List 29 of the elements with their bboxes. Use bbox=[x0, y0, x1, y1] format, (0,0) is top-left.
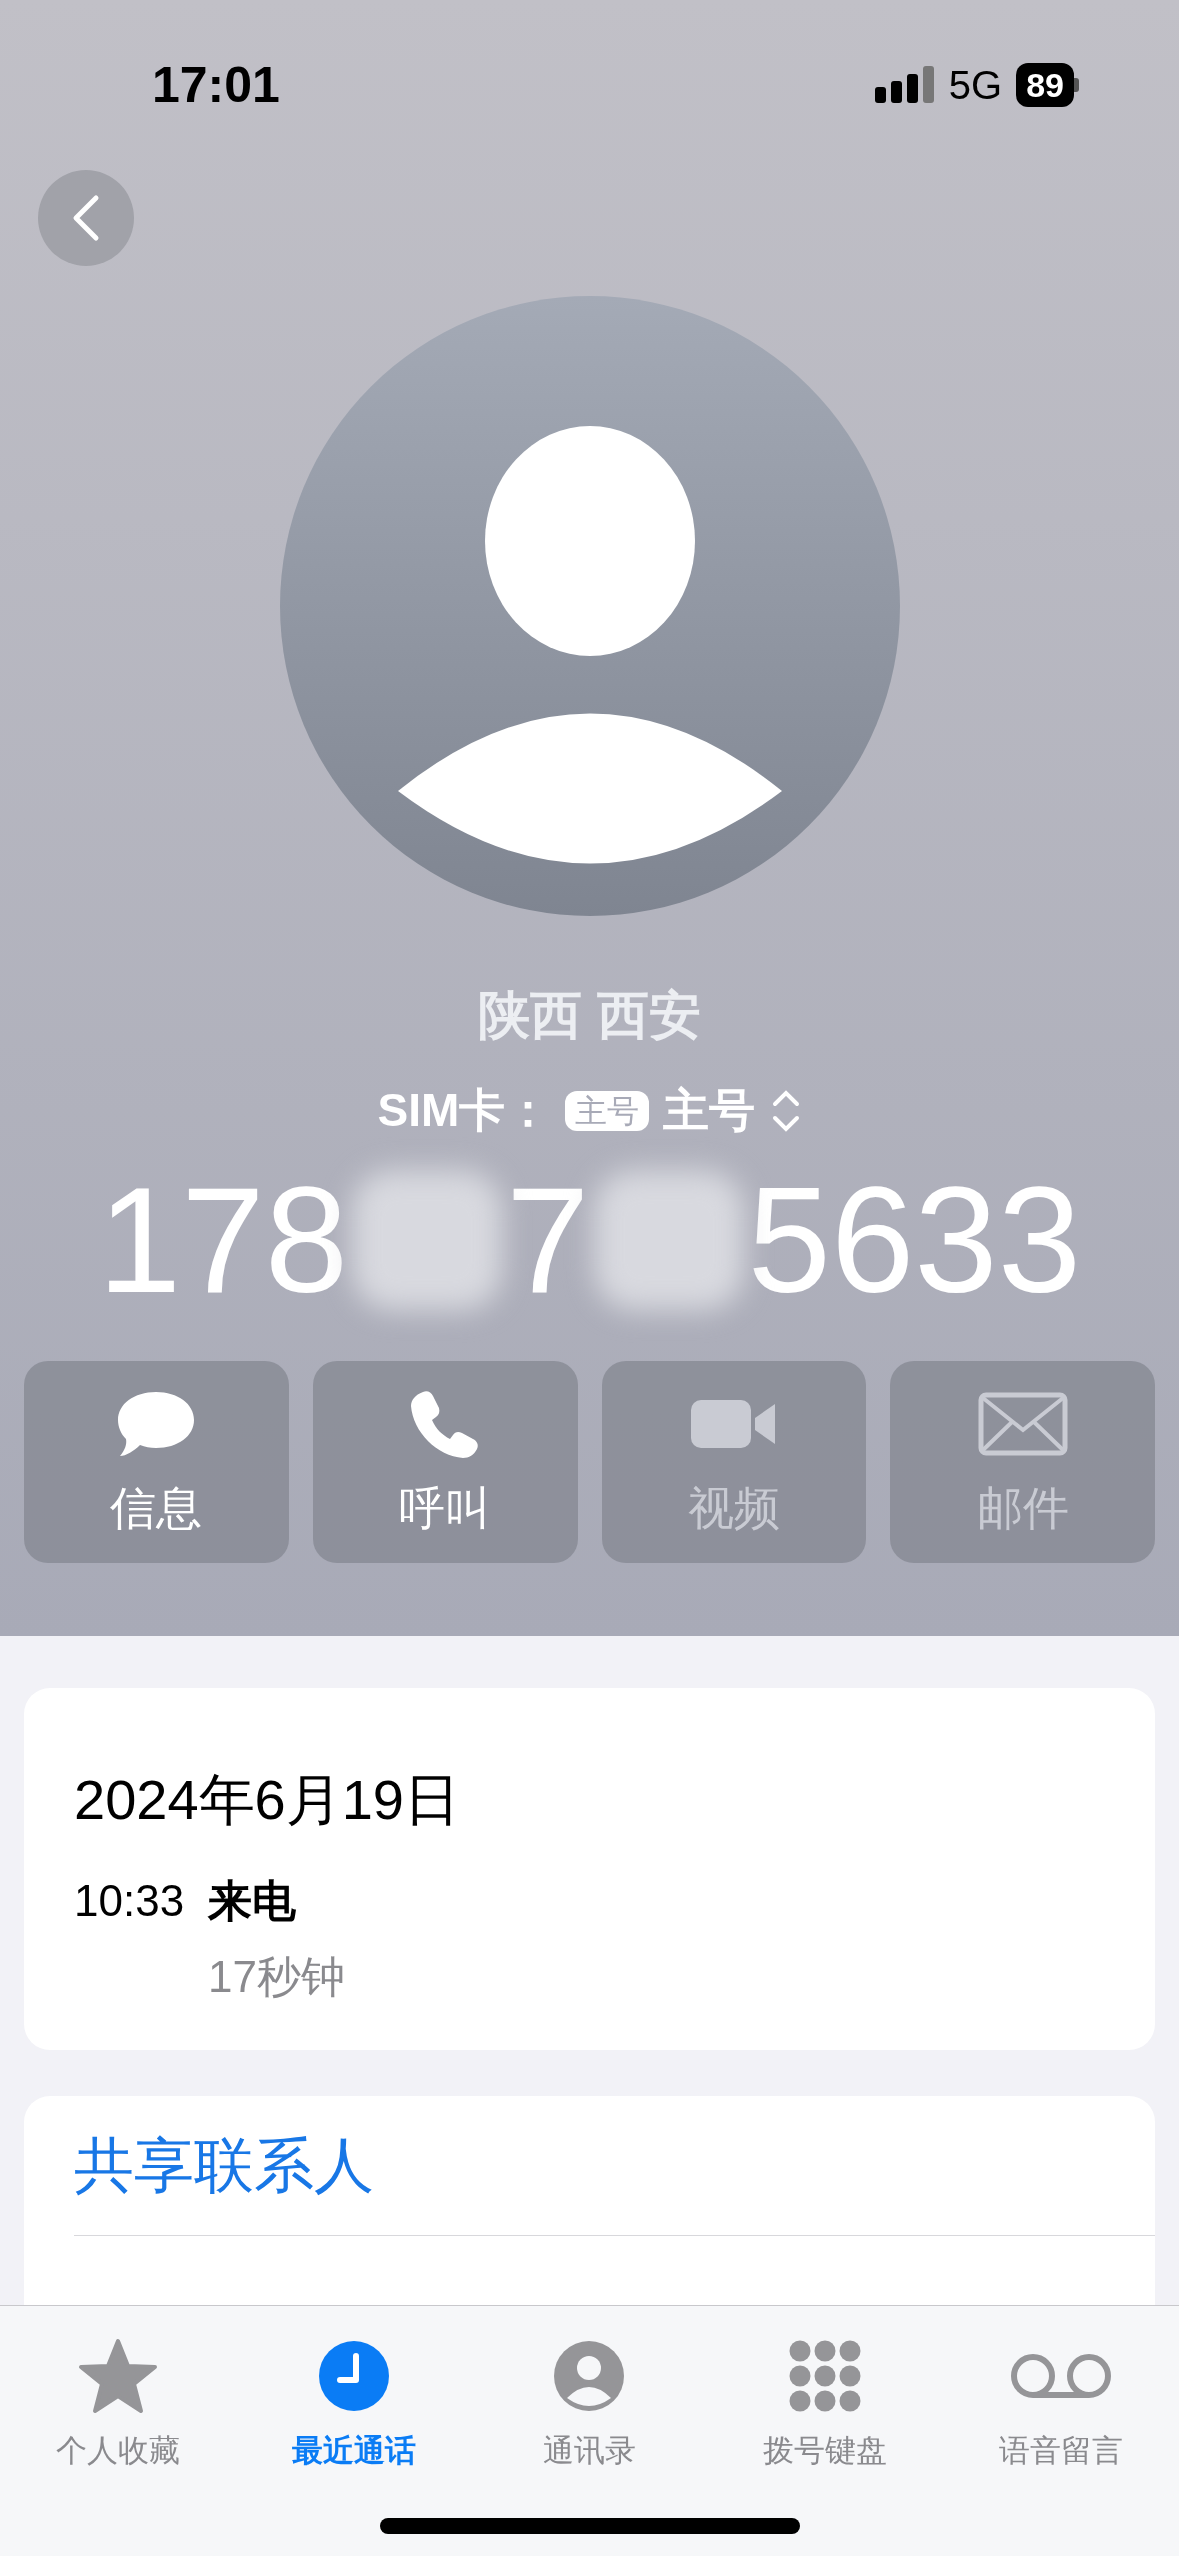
tab-item[interactable]: 个人收藏 bbox=[0, 2338, 236, 2475]
envelope-icon bbox=[977, 1391, 1068, 1456]
action-button[interactable]: 信息 bbox=[24, 1361, 289, 1563]
tab-item[interactable]: 语音留言 bbox=[943, 2338, 1179, 2475]
call-time: 10:33 bbox=[74, 1875, 185, 1927]
sim-badge: 主号 bbox=[565, 1090, 650, 1131]
call-duration: 17秒钟 bbox=[208, 1951, 346, 2003]
status-time: 17:01 bbox=[152, 55, 280, 115]
star-icon bbox=[77, 2338, 158, 2414]
network-label: 5G bbox=[948, 62, 1003, 109]
clock-icon bbox=[317, 2340, 390, 2412]
call-date: 2024年6月19日 bbox=[74, 1767, 461, 1833]
tab-item[interactable]: 拨号键盘 bbox=[707, 2338, 944, 2475]
sim-selector[interactable]: 主号 bbox=[663, 1076, 802, 1145]
contact-action-link[interactable]: 共享联系人 bbox=[74, 2096, 1155, 2236]
tab-item[interactable]: 最近通话 bbox=[235, 2338, 472, 2475]
sim-label: SIM卡： bbox=[377, 1083, 552, 1138]
action-button[interactable]: 呼叫 bbox=[312, 1361, 578, 1563]
phone-number-digits: 7 bbox=[506, 1165, 590, 1315]
keypad-icon bbox=[789, 2340, 862, 2412]
avatar-icon bbox=[279, 296, 900, 916]
phone-number-digits: 178 bbox=[97, 1165, 349, 1315]
voicemail-icon bbox=[1009, 2352, 1114, 2400]
signal-icon bbox=[874, 65, 935, 105]
person-circle-icon bbox=[553, 2340, 626, 2412]
tab-item[interactable]: 通讯录 bbox=[471, 2338, 708, 2475]
location-text: 陕西 西安 bbox=[478, 985, 701, 1046]
call-type: 来电 bbox=[208, 1875, 298, 1927]
phone-number-digits: 5633 bbox=[747, 1165, 1082, 1315]
